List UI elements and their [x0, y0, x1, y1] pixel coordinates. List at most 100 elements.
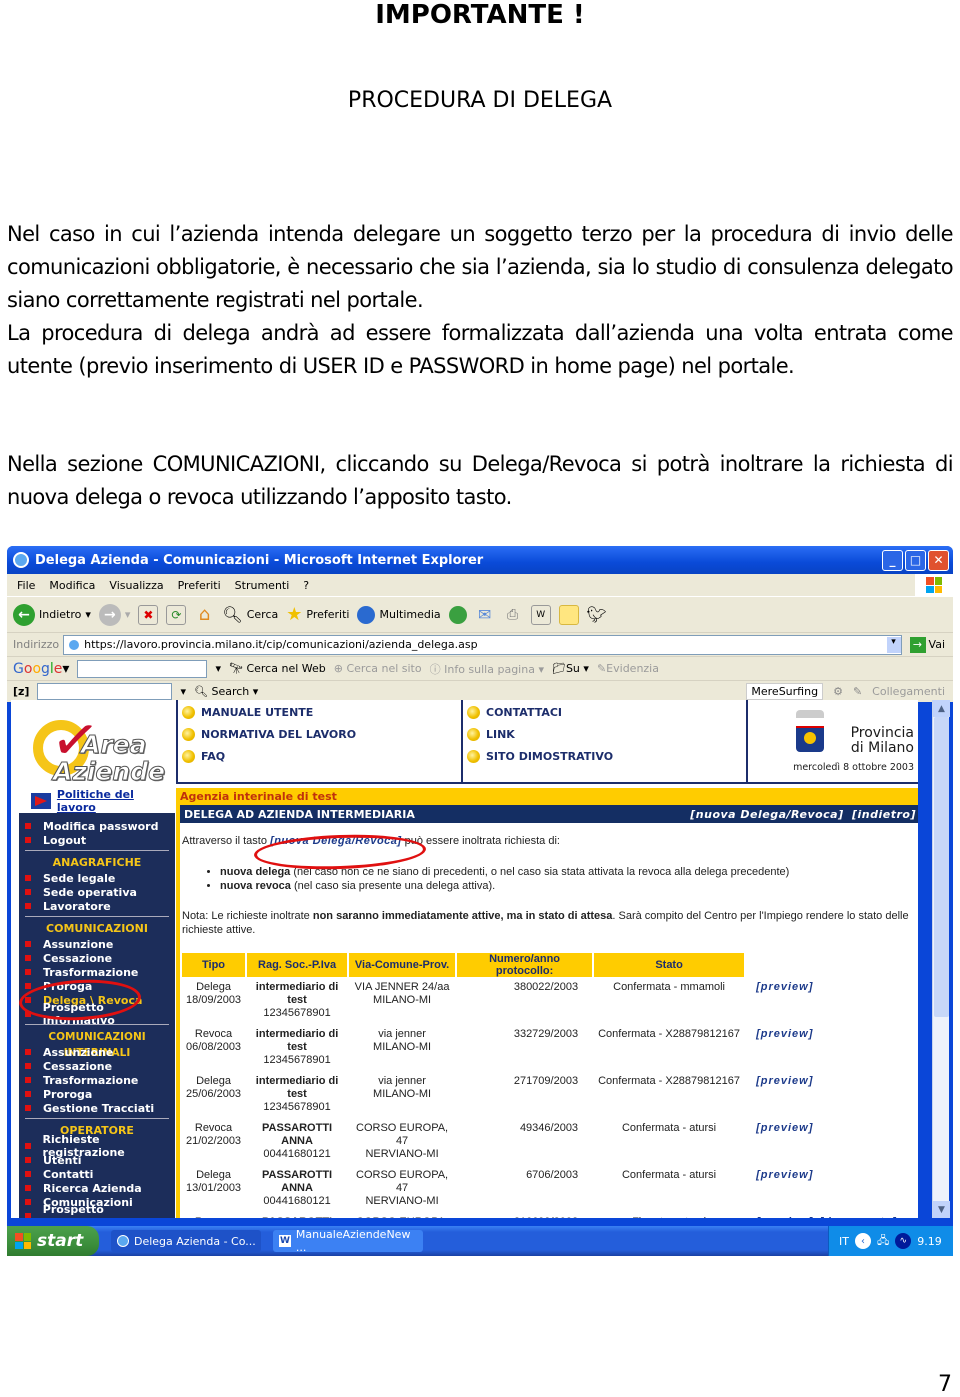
politiche-link[interactable]: Politiche del lavoro: [31, 788, 176, 814]
cell-actions: [preview]: [746, 1073, 901, 1118]
cell-indirizzo: CORSO EUROPA, 47NERVIANO-MI: [349, 1214, 455, 1218]
menu-file[interactable]: File: [17, 579, 35, 592]
cell-protocollo: 332729/2003: [513, 1028, 579, 1040]
logo-line1: Area: [81, 730, 148, 760]
sidebar-item-int-proroga[interactable]: Proroga: [19, 1087, 175, 1101]
zbar-search-input[interactable]: [37, 683, 173, 700]
table-row: Revoca30/08/2002PASSAROTTI ANNA004416801…: [182, 1214, 901, 1218]
sidebar-item-lavoratore[interactable]: Lavoratore: [19, 899, 175, 913]
menu-help[interactable]: ?: [303, 579, 309, 592]
nav-contattaci[interactable]: CONTATTACI: [467, 704, 746, 721]
start-button[interactable]: start: [7, 1226, 99, 1256]
tool2-icon[interactable]: ✎: [853, 685, 862, 698]
note-icon[interactable]: [558, 604, 579, 625]
preview-link[interactable]: [preview]: [750, 1075, 813, 1087]
home-icon[interactable]: ⌂: [194, 604, 214, 625]
meresurfing-button[interactable]: MereSurfing: [746, 683, 824, 700]
google-dropdown-icon[interactable]: ▾: [215, 662, 221, 675]
taskbar-item-ie[interactable]: Delega Azienda - Co...: [111, 1230, 261, 1252]
address-input[interactable]: https://lavoro.provincia.milano.it/cip/c…: [63, 634, 902, 655]
menu-visualizza[interactable]: Visualizza: [109, 579, 163, 592]
sidebar-item-contatti[interactable]: Contatti: [19, 1167, 175, 1181]
sidebar-item-modifica-password[interactable]: Modifica password: [19, 819, 175, 833]
maximize-button[interactable]: □: [905, 549, 926, 571]
nav-sito-dimostrativo[interactable]: SITO DIMOSTRATIVO: [467, 748, 746, 765]
search-web-button[interactable]: 🔭︎ Cerca nel Web: [229, 662, 326, 675]
up-button[interactable]: 📁︎Su ▾: [552, 662, 589, 675]
google-logo[interactable]: Google▾: [13, 661, 69, 677]
sidebar-item-int-assunzione[interactable]: Assunzione: [19, 1045, 175, 1059]
politiche-label[interactable]: Politiche del lavoro: [57, 788, 176, 814]
menu-modifica[interactable]: Modifica: [49, 579, 95, 592]
messenger-icon[interactable]: 🐦︎: [586, 605, 606, 625]
back-button[interactable]: ← Indietro ▾: [13, 603, 91, 626]
nav-link[interactable]: LINK: [467, 726, 746, 743]
history-icon[interactable]: [448, 605, 467, 624]
zbar-search-button[interactable]: 🔍︎ Search ▾: [194, 685, 258, 698]
highlight-button[interactable]: ✎Evidenzia: [597, 662, 659, 675]
menu-preferiti[interactable]: Preferiti: [178, 579, 221, 592]
scroll-up-icon[interactable]: ▲: [933, 700, 950, 717]
tray-expand-icon[interactable]: ‹: [854, 1233, 871, 1249]
sidebar-item-int-trasformazione[interactable]: Trasformazione: [19, 1073, 175, 1087]
zbar-logo[interactable]: [z]: [13, 685, 29, 698]
vertical-scrollbar[interactable]: ▲ ▼: [932, 700, 950, 1218]
preview-link[interactable]: [preview]: [750, 1028, 813, 1040]
preview-link[interactable]: [preview]: [750, 1169, 813, 1181]
cell-actions: [preview]: [746, 1120, 901, 1165]
sidebar-item-logout[interactable]: Logout: [19, 833, 175, 847]
address-dropdown-icon[interactable]: ▾: [886, 636, 901, 653]
page-info-button[interactable]: ⓘ Info sulla pagina ▾: [430, 661, 544, 677]
refresh-icon[interactable]: ⟳: [166, 604, 187, 625]
forward-button[interactable]: → ▾: [98, 603, 130, 626]
top-navigation: MANUALE UTENTE NORMATIVA DEL LAVORO FAQ …: [176, 700, 918, 784]
menu-strumenti[interactable]: Strumenti: [235, 579, 290, 592]
back-label: Indietro: [39, 608, 82, 621]
documento-link[interactable]: [documento]: [813, 1216, 897, 1218]
nav-label: CONTATTACI: [486, 706, 563, 719]
google-search-input[interactable]: [77, 659, 208, 678]
scroll-down-icon[interactable]: ▼: [933, 1201, 950, 1218]
close-button[interactable]: ✕: [928, 549, 949, 571]
sidebar-item-int-cessazione[interactable]: Cessazione: [19, 1059, 175, 1073]
cell-stato: Firmata - atursi: [594, 1214, 744, 1218]
sidebar-item-trasformazione[interactable]: Trasformazione: [19, 965, 175, 979]
preview-link[interactable]: [preview]: [750, 1122, 813, 1134]
sidebar-label: Contatti: [43, 1167, 94, 1181]
nav-normativa[interactable]: NORMATIVA DEL LAVORO: [182, 726, 461, 743]
sidebar-item-sede-operativa[interactable]: Sede operativa: [19, 885, 175, 899]
audio-icon[interactable]: ∿: [895, 1233, 912, 1249]
stop-icon[interactable]: ✖: [138, 604, 159, 625]
search-button[interactable]: 🔍︎ Cerca: [222, 605, 278, 624]
mail-icon[interactable]: ✉: [475, 605, 495, 625]
favorites-button[interactable]: ★ Preferiti: [286, 604, 349, 625]
note-text: Nota: Le richieste inoltrate non saranno…: [182, 910, 909, 936]
nav-faq[interactable]: FAQ: [182, 748, 461, 765]
preview-link[interactable]: [preview]: [750, 1216, 813, 1218]
go-button[interactable]: → Vai: [909, 636, 945, 653]
taskbar-item-word[interactable]: W ManualeAziendeNew ...: [273, 1228, 423, 1254]
word-edit-icon[interactable]: W: [530, 604, 551, 625]
sidebar-item-assunzione[interactable]: Assunzione: [19, 937, 175, 951]
language-indicator[interactable]: IT: [839, 1235, 849, 1248]
print-icon[interactable]: ⎙: [503, 605, 523, 625]
tool-icon[interactable]: ⚙: [833, 685, 843, 698]
sidebar-item-sede-legale[interactable]: Sede legale: [19, 871, 175, 885]
back-link[interactable]: [indietro]: [852, 808, 916, 821]
media-button[interactable]: Multimedia: [357, 605, 441, 624]
new-delega-revoca-link[interactable]: [nuova Delega/Revoca]: [690, 808, 843, 821]
minimize-button[interactable]: _: [882, 549, 903, 571]
sidebar-item-op-prospetto[interactable]: Prospetto informativo: [19, 1203, 175, 1218]
search-site-button[interactable]: ⊕ Cerca nel sito: [334, 662, 422, 675]
zbar-dropdown-icon[interactable]: ▾: [180, 685, 186, 698]
sidebar-item-richieste-registrazione[interactable]: Richieste registrazione: [19, 1133, 175, 1159]
nav-manuale-utente[interactable]: MANUALE UTENTE: [182, 704, 461, 721]
preview-link[interactable]: [preview]: [750, 981, 813, 993]
network-icon[interactable]: 🖧: [877, 1232, 889, 1251]
sidebar-item-ricerca-azienda[interactable]: Ricerca Azienda: [19, 1181, 175, 1195]
bullet-icon: [25, 823, 31, 829]
scroll-thumb[interactable]: [934, 717, 949, 1017]
links-button[interactable]: Collegamenti: [872, 685, 945, 698]
sidebar-item-cessazione[interactable]: Cessazione: [19, 951, 175, 965]
sidebar-item-gestione-tracciati[interactable]: Gestione Tracciati: [19, 1101, 175, 1115]
